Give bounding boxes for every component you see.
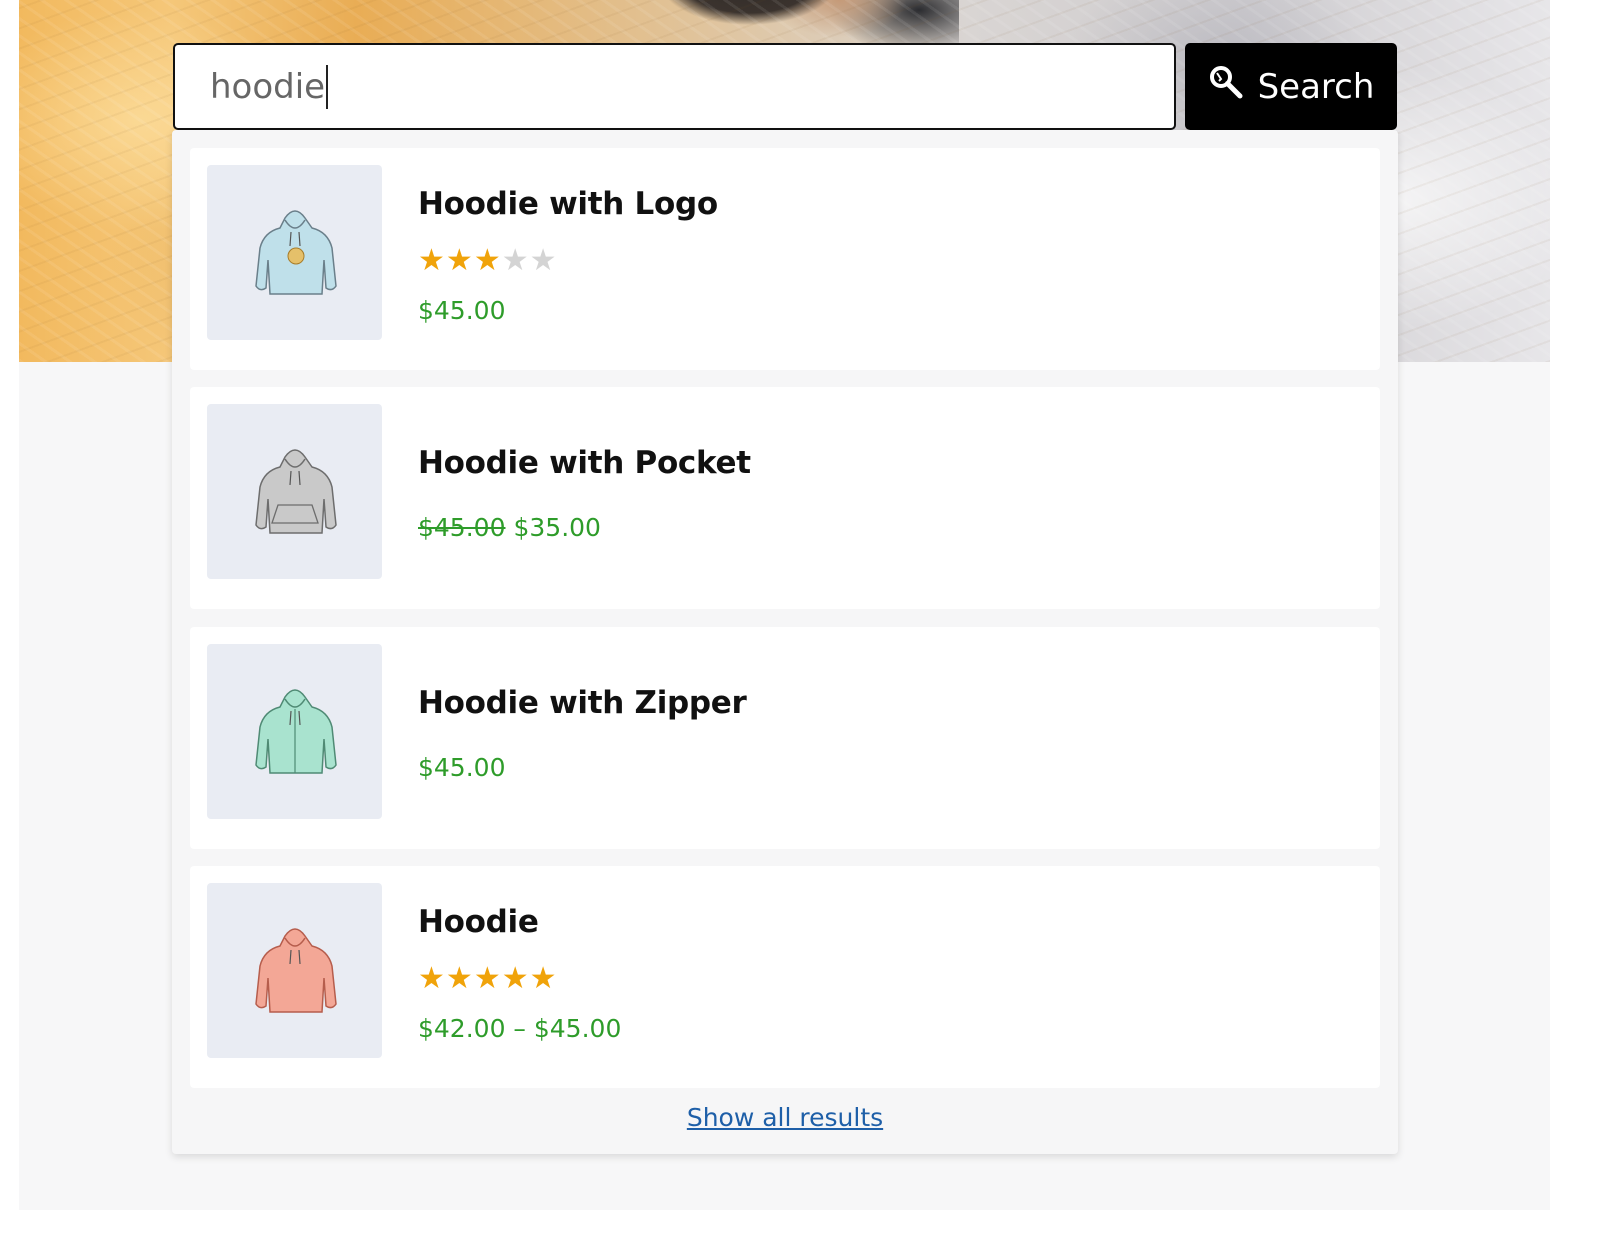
product-title[interactable]: Hoodie with Pocket <box>418 445 751 481</box>
text-caret <box>326 64 329 109</box>
star-icon: ★ <box>529 244 557 277</box>
search-input[interactable]: hoodie <box>173 43 1176 130</box>
hoodie-icon <box>254 448 337 534</box>
product-title[interactable]: Hoodie <box>418 904 539 940</box>
regular-price: $45.00 <box>418 513 506 542</box>
star-icon: ★ <box>501 244 529 277</box>
search-result-item[interactable]: Hoodie with Pocket $45.00 $35.00 <box>190 387 1380 609</box>
product-price: $42.00 – $45.00 <box>418 1014 622 1043</box>
hoodie-icon <box>254 209 337 295</box>
search-button-label: Search <box>1257 66 1375 107</box>
star-rating: ★ ★ ★ ★ ★ <box>418 246 557 276</box>
search-result-item[interactable]: Hoodie with Zipper $45.00 <box>190 627 1380 849</box>
hoodie-icon <box>254 927 337 1013</box>
sale-price: $35.00 <box>513 513 601 542</box>
search-results-dropdown: Hoodie with Logo ★ ★ ★ ★ ★ $45.00 Hoodie wit… <box>172 130 1398 1154</box>
star-icon: ★ <box>445 244 473 277</box>
product-thumbnail <box>207 883 382 1058</box>
star-icon: ★ <box>501 962 529 995</box>
product-title[interactable]: Hoodie with Logo <box>418 186 718 222</box>
product-title[interactable]: Hoodie with Zipper <box>418 685 747 721</box>
search-button[interactable]: Search <box>1185 43 1397 130</box>
search-input-value: hoodie <box>210 66 326 107</box>
hoodie-icon <box>254 688 337 774</box>
star-icon: ★ <box>418 962 445 995</box>
star-icon: ★ <box>473 962 501 995</box>
star-icon: ★ <box>473 244 501 277</box>
product-thumbnail <box>207 404 382 579</box>
star-icon: ★ <box>445 962 473 995</box>
product-thumbnail <box>207 644 382 819</box>
product-price: $45.00 <box>418 296 506 325</box>
product-price: $45.00 $35.00 <box>418 513 601 542</box>
show-all-results-link[interactable]: Show all results <box>172 1103 1398 1132</box>
product-thumbnail <box>207 165 382 340</box>
search-icon <box>1208 64 1244 109</box>
search-result-item[interactable]: Hoodie with Logo ★ ★ ★ ★ ★ $45.00 <box>190 148 1380 370</box>
search-result-item[interactable]: Hoodie ★ ★ ★ ★ ★ $42.00 – $45.00 <box>190 866 1380 1088</box>
star-icon: ★ <box>418 244 445 277</box>
product-price: $45.00 <box>418 753 506 782</box>
star-icon: ★ <box>529 962 557 995</box>
star-rating: ★ ★ ★ ★ ★ <box>418 964 557 994</box>
